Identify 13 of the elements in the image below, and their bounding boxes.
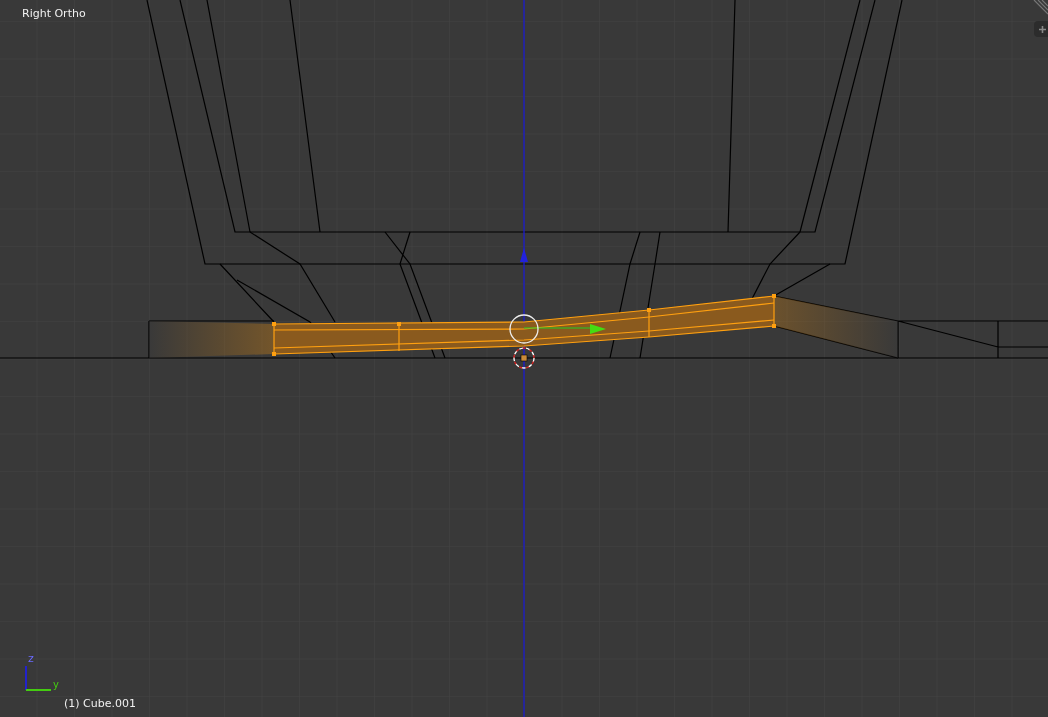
object-info-label: (1) Cube.001: [64, 696, 136, 712]
axis-gizmo-icon: [25, 665, 52, 691]
axis-label: z: [28, 653, 34, 664]
selected-mesh-drawing[interactable]: [149, 294, 898, 358]
pivot-circle-icon[interactable]: [509, 314, 539, 344]
corner-grip-icon[interactable]: [1033, 0, 1048, 15]
3d-viewport[interactable]: Right Ortho (1) Cube.001 z y: [0, 0, 1048, 717]
view-name-label: Right Ortho: [22, 6, 86, 22]
3d-cursor-icon: [513, 347, 535, 369]
manipulator-arrow-icon[interactable]: [520, 248, 606, 334]
toolbar-toggle-button[interactable]: [1034, 21, 1048, 37]
plus-icon: [1038, 25, 1046, 33]
axis-label: y: [53, 680, 59, 690]
